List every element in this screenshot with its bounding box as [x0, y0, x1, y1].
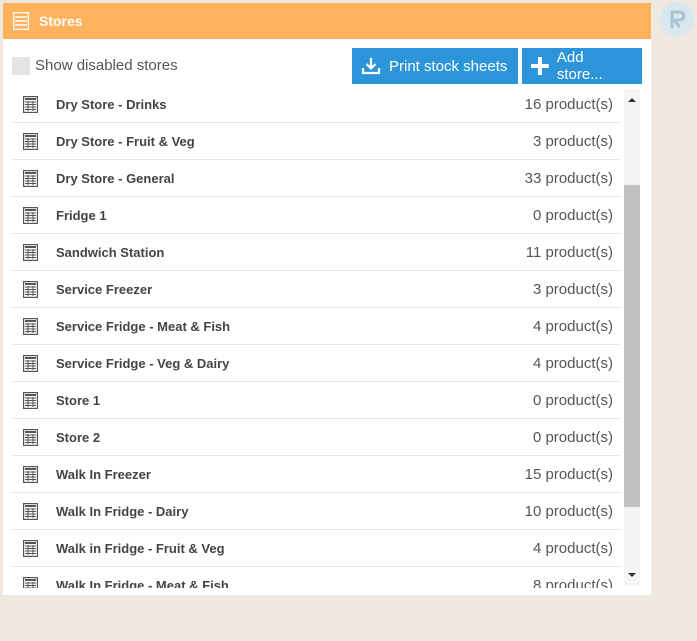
store-row[interactable]: Service Fridge - Meat & Fish 4 product(s… [12, 308, 621, 345]
store-icon [23, 169, 39, 187]
store-name: Walk In Fridge - Meat & Fish [56, 577, 229, 589]
store-icon [23, 391, 39, 409]
store-icon [23, 539, 39, 557]
store-name: Dry Store - General [56, 170, 175, 186]
store-product-count: 4 product(s) [532, 354, 613, 372]
store-name: Walk In Fridge - Dairy [56, 503, 189, 519]
store-row[interactable]: Store 1 0 product(s) [12, 382, 621, 419]
store-name: Dry Store - Drinks [56, 96, 167, 112]
store-icon [23, 502, 39, 520]
store-icon [23, 132, 39, 150]
store-row[interactable]: Dry Store - Drinks 16 product(s) [12, 86, 621, 123]
store-name: Store 1 [56, 392, 101, 408]
store-icon [23, 317, 39, 335]
store-name: Fridge 1 [56, 207, 107, 223]
store-icon [23, 428, 39, 446]
store-product-count: 8 product(s) [532, 576, 613, 589]
store-product-count: 0 product(s) [532, 391, 613, 409]
store-name: Sandwich Station [56, 244, 165, 260]
print-stock-sheets-button[interactable]: Print stock sheets [352, 48, 518, 84]
store-name: Service Freezer [56, 281, 153, 297]
add-button-label: Add store... [556, 49, 603, 83]
store-product-count: 15 product(s) [524, 465, 613, 483]
store-row[interactable]: Store 2 0 product(s) [12, 419, 621, 456]
download-icon [361, 58, 381, 75]
store-product-count: 10 product(s) [524, 502, 613, 520]
store-icon [23, 280, 39, 298]
store-row[interactable]: Walk In Fridge - Meat & Fish 8 product(s… [12, 567, 621, 588]
toolbar: Show disabled stores Print stock sheets … [3, 39, 651, 89]
store-icon [23, 243, 39, 261]
store-name: Store 2 [56, 429, 101, 445]
store-list-icon [12, 11, 30, 31]
store-icon [23, 206, 39, 224]
store-name: Dry Store - Fruit & Veg [56, 133, 195, 149]
store-product-count: 16 product(s) [524, 95, 613, 113]
store-row[interactable]: Sandwich Station 11 product(s) [12, 234, 621, 271]
store-product-count: 4 product(s) [532, 317, 613, 335]
store-product-count: 33 product(s) [524, 169, 613, 187]
scrollbar-thumb[interactable] [624, 185, 640, 507]
panel-header: Stores [3, 3, 651, 39]
store-product-count: 11 product(s) [525, 243, 613, 261]
scrollbar[interactable] [624, 89, 640, 586]
store-row[interactable]: Dry Store - General 33 product(s) [12, 160, 621, 197]
stores-panel: Stores Show disabled stores Print stock … [3, 3, 651, 595]
store-name: Service Fridge - Meat & Fish [56, 318, 231, 334]
plus-icon [531, 57, 549, 75]
store-product-count: 4 product(s) [532, 539, 613, 557]
store-row[interactable]: Walk In Fridge - Dairy 10 product(s) [12, 493, 621, 530]
store-row[interactable]: Fridge 1 0 product(s) [12, 197, 621, 234]
store-icon [23, 354, 39, 372]
print-button-label: Print stock sheets [389, 57, 508, 75]
store-icon [23, 465, 39, 483]
store-icon [23, 576, 39, 588]
scroll-down-arrow-icon[interactable] [624, 568, 640, 582]
store-name: Walk in Fridge - Fruit & Veg [56, 540, 225, 556]
store-list: Dry Store - Drinks 16 product(s) Dry Sto… [12, 86, 621, 588]
show-disabled-label[interactable]: Show disabled stores [35, 57, 178, 75]
store-product-count: 0 product(s) [532, 428, 613, 446]
refresh-badge-icon[interactable] [660, 2, 694, 36]
store-icon [23, 95, 39, 113]
store-row[interactable]: Service Freezer 3 product(s) [12, 271, 621, 308]
store-product-count: 3 product(s) [532, 280, 613, 298]
store-row[interactable]: Walk in Fridge - Fruit & Veg 4 product(s… [12, 530, 621, 567]
add-store-button[interactable]: Add store... [522, 48, 642, 84]
store-row[interactable]: Walk In Freezer 15 product(s) [12, 456, 621, 493]
store-product-count: 3 product(s) [532, 132, 613, 150]
store-row[interactable]: Dry Store - Fruit & Veg 3 product(s) [12, 123, 621, 160]
store-name: Service Fridge - Veg & Dairy [56, 355, 230, 371]
store-row[interactable]: Service Fridge - Veg & Dairy 4 product(s… [12, 345, 621, 382]
store-name: Walk In Freezer [56, 466, 151, 482]
scroll-up-arrow-icon[interactable] [624, 93, 640, 107]
show-disabled-checkbox[interactable] [12, 57, 30, 75]
panel-title: Stores [39, 13, 83, 29]
store-product-count: 0 product(s) [532, 206, 613, 224]
